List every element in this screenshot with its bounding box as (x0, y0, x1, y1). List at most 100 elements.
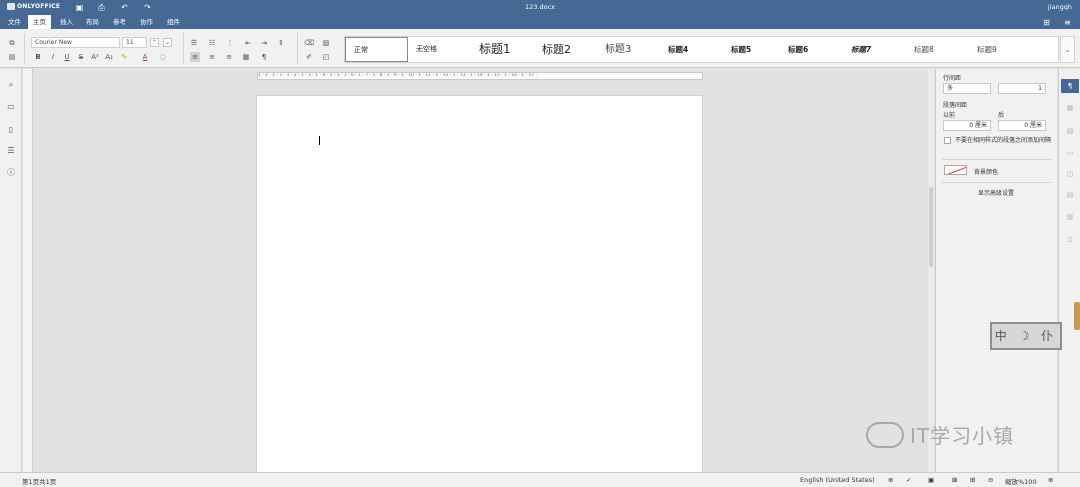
subscript-icon[interactable]: A₂ (104, 52, 114, 62)
superscript-icon[interactable]: A² (90, 52, 100, 62)
watermark-stamp: 中 ☽ 仆 (990, 322, 1062, 350)
highlight-color-icon[interactable]: ✎ (119, 52, 129, 62)
wechat-icon (866, 421, 904, 448)
image-settings-icon[interactable]: ▧ (1064, 125, 1076, 137)
tab-collaborate[interactable]: 协作 (135, 15, 158, 29)
open-location-icon[interactable]: ⊞ (1042, 18, 1051, 27)
show-advanced-link[interactable]: 显示高级设置 (978, 188, 1014, 197)
italic-icon[interactable]: I (48, 52, 58, 62)
user-name[interactable]: jiangqh (1048, 3, 1072, 11)
vertical-ruler (23, 69, 33, 472)
style-heading-8[interactable]: 标题8 (906, 37, 969, 62)
paste-icon[interactable]: ▤ (7, 52, 17, 62)
style-heading-9[interactable]: 标题9 (969, 37, 1032, 62)
decrease-font-icon[interactable]: ⌄ (163, 38, 172, 47)
right-sidebar: ¶ ▦ ▧ ▭ ◫ ▤ ▥ ⊡ (1058, 69, 1080, 472)
track-changes-icon[interactable]: ▣ (928, 476, 934, 484)
decrease-indent-icon[interactable]: ⇤ (243, 38, 253, 48)
font-size-select[interactable]: 11 (122, 37, 147, 48)
tab-home[interactable]: 主页 (28, 15, 51, 29)
paragraph-settings-panel: 行间距 多 1 段落间距 以前 后 0 厘米 0 厘米 不要在相同样式的段落之间… (935, 69, 1057, 472)
line-spacing-type-select[interactable]: 多 (943, 83, 991, 94)
spacing-after-input[interactable]: 0 厘米 (998, 120, 1046, 131)
justify-icon[interactable]: ▦ (241, 52, 251, 62)
copy-icon[interactable]: ⧉ (7, 38, 17, 48)
fit-page-icon[interactable]: ⊠ (952, 476, 957, 484)
strikethrough-icon[interactable]: S (76, 52, 86, 62)
dont-add-interval-checkbox[interactable] (944, 137, 951, 144)
line-spacing-label: 行间距 (943, 75, 962, 82)
page-info[interactable]: 第1页共1页 (22, 476, 56, 486)
about-icon[interactable]: ⓘ (5, 167, 17, 179)
dont-add-interval-label: 不要在相同样式的段落之间添加间隔 (955, 137, 1052, 144)
increase-font-icon[interactable]: ⌃ (150, 38, 159, 47)
line-spacing-value-input[interactable]: 1 (998, 83, 1046, 94)
watermark-text: IT学习小镇 (910, 424, 1015, 448)
tab-file[interactable]: 文件 (3, 15, 26, 29)
bold-icon[interactable]: B (33, 52, 43, 62)
comments-icon[interactable]: ▭ (5, 101, 17, 113)
style-heading-3[interactable]: 标题3 (597, 37, 660, 62)
zoom-level[interactable]: 缩放%100 (1005, 476, 1037, 486)
clear-style-icon[interactable]: ⌫ (304, 38, 314, 48)
spacing-before-input[interactable]: 0 厘米 (943, 120, 991, 131)
paragraph-color-icon[interactable]: ◰ (321, 52, 331, 62)
header-footer-settings-icon[interactable]: ▭ (1064, 147, 1076, 159)
divider (942, 182, 1052, 183)
underline-icon[interactable]: U (62, 52, 72, 62)
copy-style-icon[interactable]: ✐ (304, 52, 314, 62)
align-right-icon[interactable]: ≡ (224, 52, 234, 62)
text-art-settings-icon[interactable]: ▥ (1064, 211, 1076, 223)
style-heading-2[interactable]: 标题2 (534, 37, 597, 62)
vertical-scrollbar[interactable] (928, 69, 934, 472)
zoom-out-icon[interactable]: ⊖ (988, 476, 993, 484)
globe-icon[interactable]: ⊕ (888, 476, 893, 484)
align-left-icon[interactable]: ≡ (190, 52, 200, 62)
search-icon[interactable]: ⌕ (5, 79, 17, 91)
style-heading-7[interactable]: 标题7 (843, 37, 906, 62)
tab-plugins[interactable]: 组件 (162, 15, 185, 29)
separator (297, 33, 298, 64)
separator (24, 33, 25, 64)
style-heading-5[interactable]: 标题5 (723, 37, 780, 62)
multilevel-list-icon[interactable]: ⋮ (225, 38, 235, 48)
font-name-select[interactable]: Courier New (31, 37, 120, 48)
line-spacing-icon[interactable]: ⇕ (276, 38, 286, 48)
align-center-icon[interactable]: ≡ (207, 52, 217, 62)
increase-indent-icon[interactable]: ⇥ (259, 38, 269, 48)
spellcheck-icon[interactable]: ✓ (906, 476, 911, 484)
paragraph-settings-icon[interactable]: ¶ (1061, 79, 1079, 93)
font-color-icon[interactable]: A (140, 52, 150, 62)
shape-settings-icon[interactable]: ◫ (1064, 168, 1076, 180)
style-no-spacing[interactable]: 无空格 (408, 37, 471, 62)
style-heading-1[interactable]: 标题1 (471, 37, 534, 62)
tab-insert[interactable]: 插入 (55, 15, 78, 29)
title-bar: ONLYOFFICE ▣ ⎙ ↶ ↷ 123.docx jiangqh (0, 0, 1080, 15)
nonprinting-chars-icon[interactable]: ¶ (259, 52, 269, 62)
chart-settings-icon[interactable]: ▤ (1064, 189, 1076, 201)
language-select[interactable]: English (United States) (800, 476, 875, 484)
tab-references[interactable]: 参考 (108, 15, 131, 29)
bullets-icon[interactable]: ☰ (189, 38, 199, 48)
style-heading-4[interactable]: 标题4 (660, 37, 723, 62)
chat-icon[interactable]: ▯ (5, 124, 17, 136)
tab-layout[interactable]: 布局 (81, 15, 104, 29)
change-case-icon[interactable]: ◌ (158, 52, 168, 62)
menu-icon[interactable]: ≡ (1063, 18, 1072, 27)
numbering-icon[interactable]: ☷ (207, 38, 217, 48)
style-normal[interactable]: 正常 (345, 37, 408, 62)
text-cursor (319, 136, 320, 145)
signature-settings-icon[interactable]: ⊡ (1064, 234, 1076, 246)
left-sidebar: ⌕ ▭ ▯ ☰ ⓘ (0, 69, 22, 472)
scrollbar-thumb[interactable] (929, 187, 933, 267)
paragraph-spacing-label: 段落间距 (943, 102, 968, 109)
background-color-picker[interactable] (944, 165, 967, 175)
table-settings-icon[interactable]: ▦ (1064, 102, 1076, 114)
shading-icon[interactable]: ▨ (321, 38, 331, 48)
document-page[interactable] (256, 95, 703, 473)
fit-width-icon[interactable]: ⊞ (970, 476, 975, 484)
style-heading-6[interactable]: 标题6 (780, 37, 843, 62)
navigation-icon[interactable]: ☰ (5, 145, 17, 157)
gallery-expand-button[interactable]: ⌄ (1060, 36, 1075, 63)
zoom-in-icon[interactable]: ⊕ (1048, 476, 1053, 484)
